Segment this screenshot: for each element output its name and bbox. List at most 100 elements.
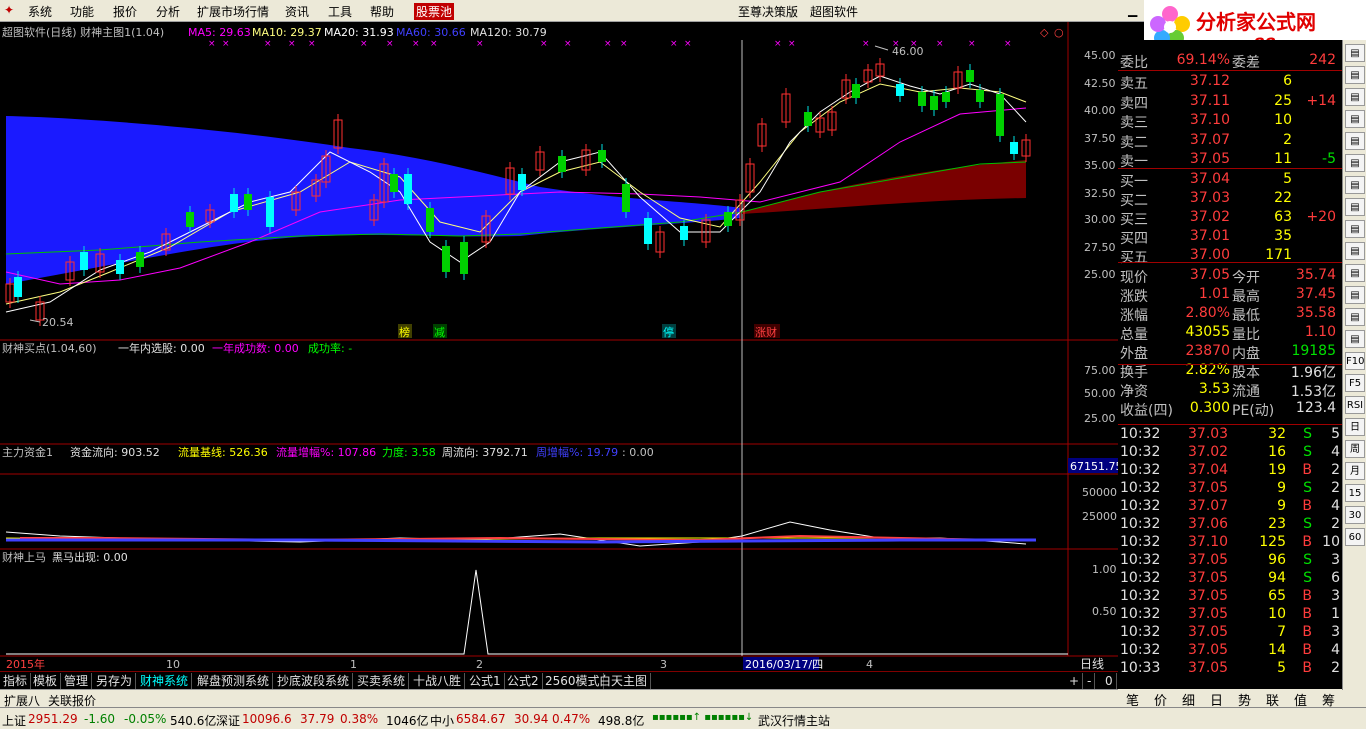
tab-save-as[interactable]: 另存为	[93, 673, 137, 689]
sell-volume: 11	[1274, 151, 1292, 167]
toolbar-chart-icon[interactable]: ▤	[1345, 154, 1365, 172]
tab-bottom-system[interactable]: 抄底波段系统	[274, 673, 354, 689]
toolbar-chart-icon[interactable]: ▤	[1345, 264, 1365, 282]
sh-amount: 540.6亿	[170, 714, 217, 728]
candle	[724, 212, 732, 226]
toolbar-button[interactable]: 15	[1345, 484, 1365, 502]
zx-amount: 498.8亿	[598, 714, 645, 728]
tab-ten-eight[interactable]: 十战八胜	[410, 673, 466, 689]
toolbar-chart-icon[interactable]: ▤	[1345, 198, 1365, 216]
candle	[918, 92, 926, 106]
tick-price: 37.02	[1188, 444, 1229, 460]
tab-manage[interactable]: 管理	[61, 673, 93, 689]
tab-indicator[interactable]: 指标	[0, 673, 32, 689]
tab-formula2[interactable]: 公式2	[504, 673, 543, 689]
tab-2560[interactable]: 2560模式	[542, 673, 604, 689]
toolbar-chart-icon[interactable]: ▤	[1345, 44, 1365, 62]
menu-tools[interactable]: 工具	[328, 3, 352, 20]
zoom-out-button[interactable]: -	[1084, 673, 1096, 689]
candle	[558, 156, 566, 172]
toolbar-chart-icon[interactable]: ▤	[1345, 88, 1365, 106]
tab-caishen-system[interactable]: 财神系统	[137, 673, 193, 689]
signal-x-marker: ×	[222, 39, 230, 49]
quote-value: 43055	[1185, 324, 1230, 340]
toolbar-chart-icon[interactable]: ▤	[1345, 132, 1365, 150]
panel4-title: 财神上马	[2, 550, 46, 564]
server-name[interactable]: 武汉行情主站	[758, 712, 830, 729]
toolbar-button[interactable]: 30	[1345, 506, 1365, 524]
sell-change: -5	[1322, 151, 1336, 167]
tick-count: 4	[1331, 642, 1340, 658]
edition-title: 至尊决策版	[738, 5, 799, 19]
period-label[interactable]: 日线	[1080, 657, 1104, 671]
signal-x-marker: ×	[1004, 39, 1012, 49]
window-minimize-button[interactable]: ▁	[1128, 3, 1137, 17]
toolbar-chart-icon[interactable]: ▤	[1345, 308, 1365, 326]
tab-template[interactable]: 模板	[30, 673, 62, 689]
panel3-weekly-flow: 周流向: 3792.71	[442, 445, 528, 459]
toolbar-chart-icon[interactable]: ▤	[1345, 176, 1365, 194]
quote-label: 内盘	[1232, 346, 1260, 362]
quote-row: 总量 43055 量比 1.10	[1118, 324, 1342, 343]
tick-count: 3	[1331, 624, 1340, 640]
quote-row: 10:32 37.04 19 B 2	[1118, 462, 1342, 481]
toolbar-button[interactable]: 月	[1345, 462, 1365, 480]
toolbar-button[interactable]: F10	[1345, 352, 1365, 370]
y-tick: 37.50	[1084, 132, 1116, 145]
zoom-reset-button[interactable]: 0	[1102, 673, 1117, 689]
sz-index: 10096.6	[242, 712, 292, 726]
sh-change: -1.60	[84, 712, 116, 726]
signal-x-marker: ×	[412, 39, 420, 49]
tick-volume: 19	[1268, 462, 1286, 478]
toolbar-button[interactable]: RSI	[1345, 396, 1365, 414]
zoom-in-button[interactable]: +	[1066, 673, 1084, 689]
toolbar-button[interactable]: F5	[1345, 374, 1365, 392]
tab-formula1[interactable]: 公式1	[466, 673, 505, 689]
menu-extended-market[interactable]: 扩展市场行情	[197, 3, 269, 20]
toolbar-chart-icon[interactable]: ▤	[1345, 220, 1365, 238]
ma5-value: MA5: 29.63	[188, 26, 251, 39]
toolbar-chart-icon[interactable]: ▤	[1345, 242, 1365, 260]
quote-value: 3.53	[1198, 381, 1230, 397]
marker-bang: 榜	[399, 325, 410, 339]
menu-quote[interactable]: 报价	[113, 3, 137, 20]
toolbar-chart-icon[interactable]: ▤	[1345, 66, 1365, 84]
quote-row: 10:32 37.05 94 S 6	[1118, 570, 1342, 589]
panel2-success-rate: 成功率: -	[308, 341, 352, 355]
y-tick: 32.50	[1084, 187, 1116, 200]
quote-row: 买三 37.02 63 +20	[1118, 209, 1342, 228]
candle	[266, 197, 274, 227]
sub-tab-bar: 扩展八 关联报价	[0, 689, 1118, 708]
app-logo-icon[interactable]: ✦	[4, 3, 14, 17]
divider	[1118, 70, 1342, 71]
signal-x-marker: ×	[308, 39, 316, 49]
panel2-title: 财神买点(1.04,60)	[2, 341, 97, 355]
menu-help[interactable]: 帮助	[370, 3, 394, 20]
menu-system[interactable]: 系统	[28, 3, 52, 20]
menu-stock-pool[interactable]: 股票池	[414, 3, 455, 20]
quote-row: 买一 37.04 5	[1118, 171, 1342, 190]
toolbar-chart-icon[interactable]: ▤	[1345, 330, 1365, 348]
signal-x-marker: ×	[774, 39, 782, 49]
tick-count: 6	[1331, 570, 1340, 586]
toolbar-chart-icon[interactable]: ▤	[1345, 286, 1365, 304]
tab-forecast-system[interactable]: 解盘预测系统	[194, 673, 274, 689]
diamond-icon[interactable]: ◇	[1040, 26, 1049, 39]
quote-label: 最高	[1232, 289, 1260, 305]
toolbar-button[interactable]: 周	[1345, 440, 1365, 458]
chart-area[interactable]: × × × × × × × × × × × × × × × × × × × × × × × × 46.00 20.54 榜 减…	[0, 22, 1118, 671]
tab-trade-system[interactable]: 买卖系统	[354, 673, 410, 689]
quote-label: 换手	[1120, 365, 1148, 381]
buy-level-label: 买三	[1120, 212, 1148, 228]
tab-day-main[interactable]: 白天主图	[596, 673, 652, 689]
ma10-value: MA10: 29.37	[252, 26, 322, 39]
circle-icon[interactable]: ○	[1054, 26, 1064, 39]
panel3-baseline: 流量基线: 526.36	[178, 445, 268, 459]
menu-news[interactable]: 资讯	[285, 3, 309, 20]
menu-function[interactable]: 功能	[70, 3, 94, 20]
toolbar-button[interactable]: 60	[1345, 528, 1365, 546]
toolbar-chart-icon[interactable]: ▤	[1345, 110, 1365, 128]
quote-row: 现价 37.05 今开 35.74	[1118, 267, 1342, 286]
toolbar-button[interactable]: 日	[1345, 418, 1365, 436]
menu-analysis[interactable]: 分析	[156, 3, 180, 20]
